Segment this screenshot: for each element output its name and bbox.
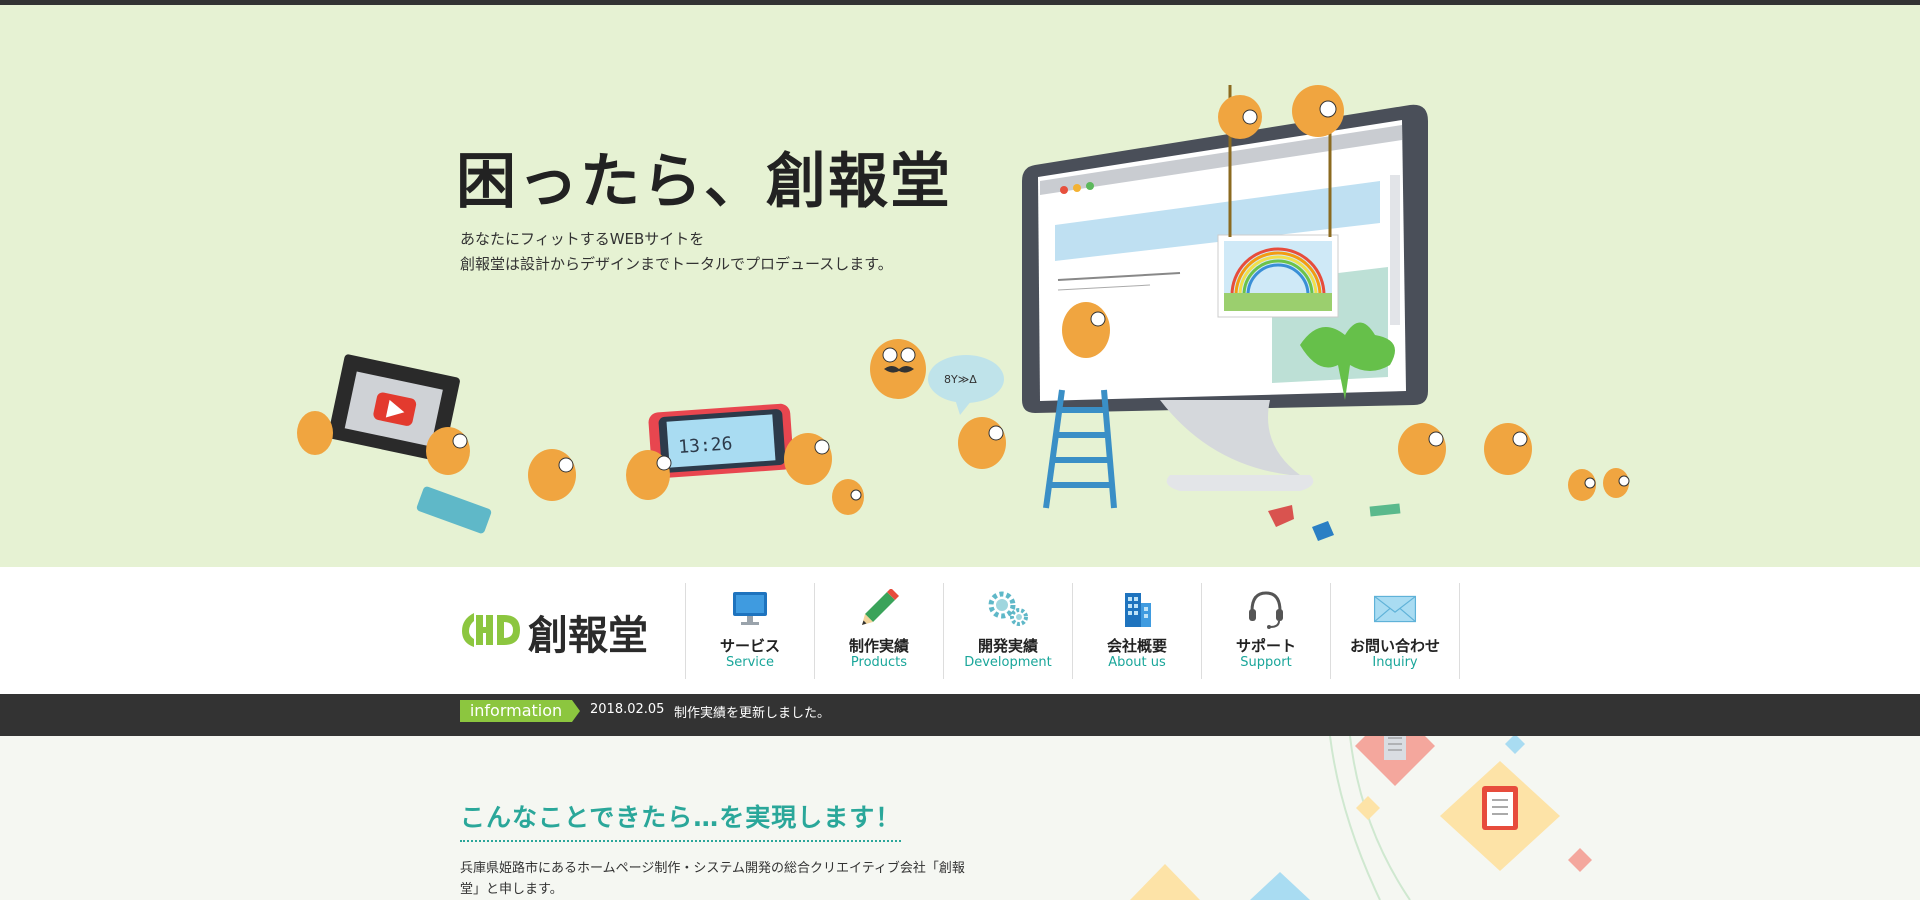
section-title: こんなことできたら…を実現します！ bbox=[460, 798, 902, 842]
nav-label-ja: お問い合わせ bbox=[1349, 637, 1440, 655]
nav-item-about[interactable]: 会社概要 About us bbox=[1073, 583, 1202, 679]
nav-label-ja: 開発実績 bbox=[977, 637, 1038, 655]
nav-item-service[interactable]: サービス Service bbox=[686, 583, 815, 679]
nav-label-en: Support bbox=[1240, 655, 1292, 670]
gears-icon bbox=[988, 591, 1028, 626]
section-body: 兵庫県姫路市にあるホームページ制作・システム開発の総合クリエイティブ会社「創報堂… bbox=[460, 861, 965, 897]
news-link[interactable]: 制作実績を更新しました。 bbox=[674, 702, 830, 721]
site-logo[interactable]: 創報堂 bbox=[460, 605, 660, 659]
next-sign-illustration bbox=[416, 486, 492, 534]
hero-description: あなたにフィットするWEBサイトを 創報堂は設計からデザインまでトータルでプロデ… bbox=[460, 227, 893, 277]
building-icon bbox=[1125, 593, 1151, 627]
decorative-diamonds-illustration bbox=[1130, 736, 1592, 900]
intro-section: こんなことできたら…を実現します！ 兵庫県姫路市にあるホームページ制作・システム… bbox=[0, 736, 1920, 900]
nav-label-en: Development bbox=[964, 655, 1052, 670]
nav-label-en: Products bbox=[850, 655, 908, 670]
phone-clock-text: 13:26 bbox=[678, 433, 734, 458]
nav-item-inquiry[interactable]: お問い合わせ Inquiry bbox=[1331, 583, 1460, 679]
pencil-icon bbox=[862, 589, 899, 625]
envelope-icon bbox=[1373, 595, 1417, 623]
floor-items-illustration bbox=[1268, 503, 1401, 541]
nav-label-en: Inquiry bbox=[1372, 655, 1418, 670]
information-badge: information bbox=[460, 700, 580, 722]
logo-mark-icon bbox=[462, 613, 520, 647]
hero-description-line: 創報堂は設計からデザインまでトータルでプロデュースします。 bbox=[460, 255, 893, 273]
nav-item-development[interactable]: 開発実績 Development bbox=[944, 583, 1073, 679]
nav-label-en: About us bbox=[1108, 655, 1166, 670]
headset-icon bbox=[1249, 591, 1283, 629]
nav-label-ja: サポート bbox=[1235, 637, 1296, 655]
news-date: 2018.02.05 bbox=[590, 702, 665, 717]
speech-bubble-illustration: 8Y≫Δ bbox=[928, 355, 1004, 415]
logo-text: 創報堂 bbox=[528, 613, 648, 659]
svg-text:8Y≫Δ: 8Y≫Δ bbox=[944, 373, 977, 386]
nav-item-support[interactable]: サポート Support bbox=[1202, 583, 1331, 679]
information-bar: information 2018.02.05 制作実績を更新しました。 bbox=[0, 694, 1920, 736]
nav-label-ja: サービス bbox=[719, 637, 780, 655]
hero-banner: 13:26 8Y≫Δ 困ったら、創報堂 あなたにフィットするWEBサイトを 創報… bbox=[0, 5, 1920, 567]
hero-illustration: 13:26 8Y≫Δ bbox=[297, 85, 1630, 541]
nav-label-en: Service bbox=[725, 655, 775, 670]
monitor-icon bbox=[733, 592, 767, 625]
nav-label-ja: 会社概要 bbox=[1106, 637, 1167, 655]
hero-description-line: あなたにフィットするWEBサイトを bbox=[460, 230, 705, 248]
nav-menu: サービス Service 制作実績 Products 開発実績 Developm… bbox=[685, 583, 1460, 679]
nav-label-ja: 制作実績 bbox=[848, 637, 909, 655]
hero-title: 困ったら、創報堂 bbox=[456, 147, 952, 217]
information-label: information bbox=[469, 701, 563, 720]
nav-item-products[interactable]: 制作実績 Products bbox=[815, 583, 944, 679]
global-navigation: 創報堂 サービス Service 制作実績 Products 開発実績 Deve… bbox=[0, 567, 1920, 695]
